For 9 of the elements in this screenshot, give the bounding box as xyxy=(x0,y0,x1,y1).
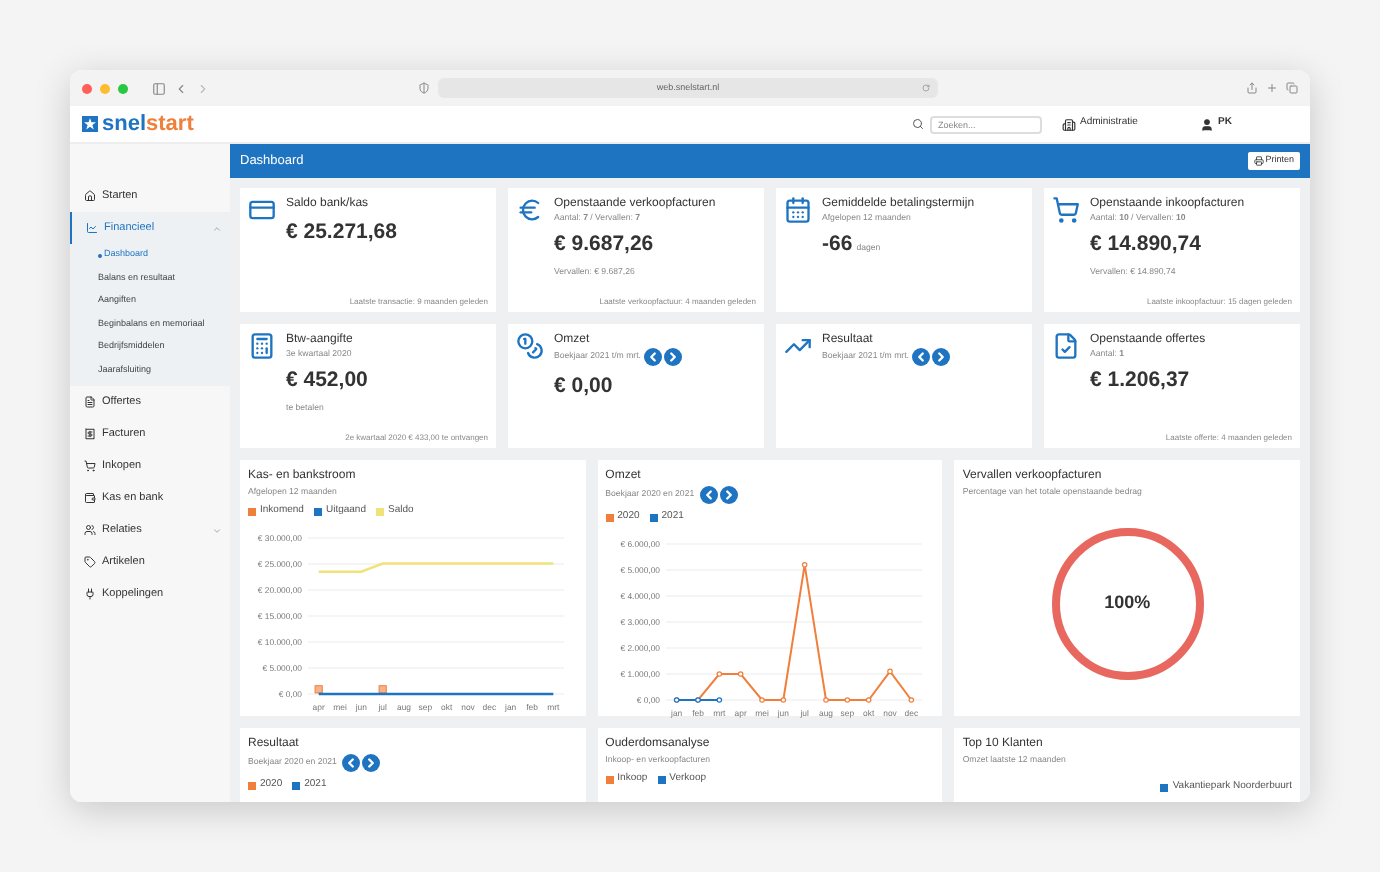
card-amount: -66 xyxy=(822,230,853,261)
card-amount: € 9.687,26 xyxy=(554,230,654,261)
card-amount: € 25.271,68 xyxy=(286,218,397,248)
logo: snelstart xyxy=(82,113,242,135)
card-amount: € 1.206,37 xyxy=(1090,366,1190,397)
card-amount: € 452,00 xyxy=(286,366,368,397)
card-amount: € 0,00 xyxy=(554,372,613,402)
percentage-value: 100% xyxy=(1104,589,1151,616)
card-amount: € 14.890,74 xyxy=(1090,230,1201,261)
